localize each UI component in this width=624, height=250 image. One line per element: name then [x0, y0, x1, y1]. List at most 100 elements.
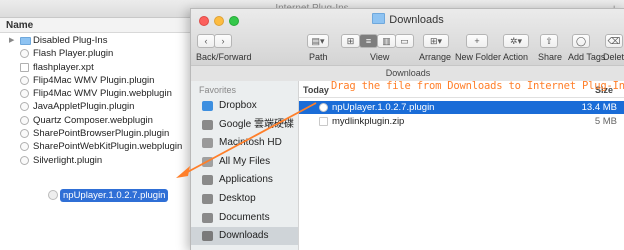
sidebar-item-hard-drive[interactable]: Macintosh HD: [191, 134, 298, 152]
column-view-button[interactable]: ▥: [377, 34, 396, 48]
sidebar-item-documents[interactable]: Documents: [191, 209, 298, 227]
zip-file-icon: [319, 116, 328, 126]
plugin-list-item[interactable]: JavaAppletPlugin.plugin: [0, 100, 190, 113]
sidebar-item-label: Downloads: [219, 230, 269, 242]
action-button[interactable]: ✲▾: [503, 34, 529, 48]
plugin-icon: [20, 115, 29, 125]
plugin-list-item[interactable]: Flip4Mac WMV Plugin.plugin: [0, 74, 190, 87]
document-icon: [20, 62, 29, 72]
finder-toolbar: Downloads ‹ › Back/Forward ▤▾ Path ⊞ ≡ ▥…: [191, 9, 624, 65]
sidebar-item-label: Applications: [219, 174, 273, 186]
plugin-icon: [48, 190, 58, 200]
plugin-name: Disabled Plug-Ins: [33, 35, 108, 46]
sidebar-item-dropbox[interactable]: Dropbox: [191, 97, 298, 115]
dragged-file-label: npUplayer.1.0.2.7.plugin: [60, 189, 169, 202]
plugin-list-item[interactable]: Silverlight.plugin: [0, 154, 190, 167]
delete-button[interactable]: ⌫: [605, 34, 623, 48]
downloads-icon: [202, 231, 213, 242]
file-name: npUplayer.1.0.2.7.plugin: [332, 102, 435, 113]
plugin-list-item[interactable]: Quartz Composer.webplugin: [0, 114, 190, 127]
sidebar-item-label: Dropbox: [219, 100, 257, 111]
instruction-annotation: Drag the file from Downloads to Internet…: [331, 80, 624, 92]
plugin-name: Quartz Composer.webplugin: [33, 114, 153, 126]
plugin-name: flashplayer.xpt: [33, 61, 94, 73]
folder-icon: [372, 13, 386, 24]
plugin-icon: [20, 89, 29, 99]
sidebar-item-label: Google 雲端硬碟: [219, 118, 295, 130]
plugin-icon: [20, 155, 29, 165]
path-button[interactable]: ▤▾: [307, 34, 329, 48]
sidebar-item-label: Documents: [219, 211, 270, 223]
back-button[interactable]: ‹: [197, 34, 215, 48]
file-list: Today Size npUplayer.1.0.2.7.plugin 13.4 …: [299, 81, 624, 250]
sidebar-item-google-drive[interactable]: Google 雲端硬碟: [191, 116, 298, 134]
disclosure-triangle-icon[interactable]: ▶: [9, 34, 14, 47]
arrange-button[interactable]: ⊞▾: [423, 34, 449, 48]
applications-icon: [202, 175, 213, 186]
sidebar-item-label: Macintosh HD: [219, 137, 282, 149]
plugin-icon: [20, 129, 29, 139]
share-label: Share: [538, 52, 563, 62]
icon-view-button[interactable]: ⊞: [341, 34, 360, 48]
favorites-heading: Favorites: [199, 85, 237, 95]
list-view-button[interactable]: ≡: [359, 34, 378, 48]
new-folder-button[interactable]: +: [466, 34, 488, 48]
back-forward-label: Back/Forward: [196, 52, 252, 62]
action-label: Action: [503, 52, 529, 62]
add-tags-label: Add Tags: [568, 52, 606, 62]
plugin-icon: [20, 142, 29, 152]
folder-icon: [20, 37, 31, 45]
arrange-label: Arrange: [419, 52, 452, 62]
delete-label: Delete: [603, 52, 624, 62]
sidebar-item-label: All My Files: [219, 155, 271, 167]
plugin-icon: [20, 75, 29, 85]
file-row[interactable]: mydlinkplugin.zip 5 MB: [299, 115, 624, 128]
plugin-name: SharePointWebKitPlugin.webplugin: [33, 141, 183, 153]
plugin-icon: [319, 103, 328, 112]
name-column-header[interactable]: Name: [0, 18, 190, 33]
plugin-list-item[interactable]: Flip4Mac WMV Plugin.webplugin: [0, 87, 190, 100]
downloads-window: Downloads ‹ › Back/Forward ▤▾ Path ⊞ ≡ ▥…: [190, 8, 624, 250]
plugin-list-item[interactable]: SharePointBrowserPlugin.plugin: [0, 127, 190, 140]
plugin-icon: [20, 49, 29, 59]
sidebar-item-all-files[interactable]: All My Files: [191, 153, 298, 171]
plugin-name: Flip4Mac WMV Plugin.plugin: [33, 74, 155, 86]
plugin-name: Flip4Mac WMV Plugin.webplugin: [33, 88, 172, 100]
plugin-name: JavaAppletPlugin.plugin: [33, 101, 135, 113]
plugin-list-item[interactable]: flashplayer.xpt: [0, 61, 190, 74]
window-title: Downloads: [191, 13, 624, 26]
window-title-text: Downloads: [389, 14, 444, 26]
all-files-icon: [202, 156, 213, 167]
plugin-list-item[interactable]: ▶ Disabled Plug-Ins: [0, 34, 190, 47]
today-group-header: Today: [303, 85, 329, 95]
plugin-name: SharePointBrowserPlugin.plugin: [33, 128, 170, 140]
sidebar-item-applications[interactable]: Applications: [191, 171, 298, 189]
path-label: Path: [309, 52, 328, 62]
file-row[interactable]: npUplayer.1.0.2.7.plugin 13.4 MB: [299, 101, 624, 114]
add-tags-button[interactable]: ◯: [572, 34, 590, 48]
sidebar-item-desktop[interactable]: Desktop: [191, 190, 298, 208]
file-size: 13.4 MB: [581, 102, 617, 113]
plugin-list-item[interactable]: SharePointWebKitPlugin.webplugin: [0, 140, 190, 153]
plugin-name: Silverlight.plugin: [33, 154, 103, 166]
google-drive-icon: [202, 119, 213, 130]
file-name: mydlinkplugin.zip: [332, 115, 405, 127]
plugin-list: ▶ Disabled Plug-Ins Flash Player.plugin fla…: [0, 34, 190, 167]
plugin-list-item[interactable]: Flash Player.plugin: [0, 47, 190, 60]
sidebar-item-label: Desktop: [219, 193, 256, 204]
view-label: View: [370, 52, 390, 62]
header-divider: [299, 97, 624, 98]
new-folder-label: New Folder: [455, 52, 502, 62]
documents-icon: [202, 212, 213, 223]
view-segmented-control: ⊞ ≡ ▥ ▭: [341, 34, 414, 48]
plugin-icon: [20, 102, 29, 112]
file-size: 5 MB: [594, 115, 617, 127]
finder-sidebar: Favorites Dropbox Google 雲端硬碟 Macintosh HD…: [191, 81, 299, 250]
forward-button[interactable]: ›: [214, 34, 232, 48]
dropbox-icon: [202, 101, 213, 111]
sidebar-item-downloads[interactable]: Downloads: [191, 227, 298, 246]
hard-drive-icon: [202, 138, 213, 149]
desktop-icon: [202, 194, 213, 204]
share-button[interactable]: ⇧: [540, 34, 558, 48]
cover-flow-button[interactable]: ▭: [395, 34, 414, 48]
